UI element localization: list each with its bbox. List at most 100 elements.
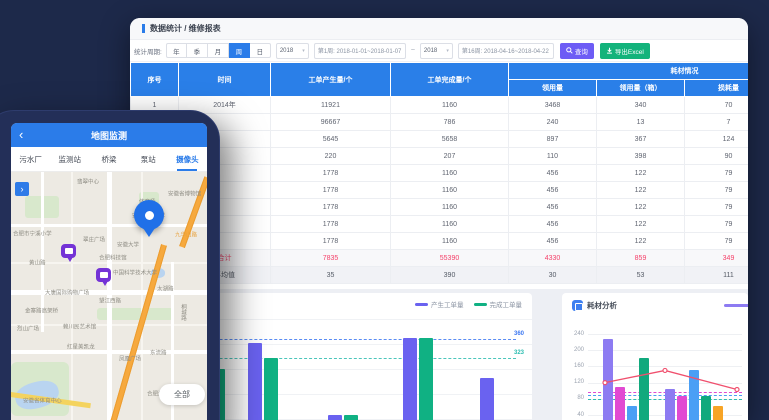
export-excel-button[interactable]: 导出Excel [600, 43, 650, 59]
phone-tab-污水厂[interactable]: 污水厂 [11, 147, 50, 171]
table-row: 7177811604561227967 [131, 199, 749, 216]
table-row: 6177811604561227967 [131, 182, 749, 199]
chart-title: 耗材分析 [572, 300, 617, 311]
caret-down-icon: ▾ [446, 48, 449, 54]
table-row: 5177811604561227967 [131, 165, 749, 182]
phone-tab-监测站[interactable]: 监测站 [50, 147, 89, 171]
table-cell: 390 [391, 267, 509, 284]
phone-app-title: 地图监测 [91, 129, 127, 142]
map-label: 红星美凯龙 [67, 342, 95, 350]
phone-tab-桥梁[interactable]: 桥梁 [89, 147, 128, 171]
query-button-label: 查询 [575, 46, 588, 56]
bar-完成工单量 [344, 415, 358, 420]
phone-tab-泵站[interactable]: 泵站 [129, 147, 168, 171]
table-cell: 859 [597, 250, 685, 267]
year-to-select[interactable]: 2018 ▾ [420, 43, 453, 59]
table-cell: 90 [685, 148, 749, 165]
bar-完成工单量 [264, 358, 278, 420]
table-cell: 122 [597, 233, 685, 250]
map-label: 桐城路 [179, 304, 187, 321]
map-road [11, 350, 207, 354]
table-cell: 398 [597, 148, 685, 165]
header-row-1: 序号时间工单产生量/个工单完成量/个耗材情况 [131, 63, 749, 80]
map-label: 赖川民艺术馆 [63, 322, 96, 330]
table-cell: 122 [597, 216, 685, 233]
bar-产生工单量 [328, 415, 342, 420]
period-option-年[interactable]: 年 [166, 43, 187, 58]
table-cell: 1778 [271, 199, 391, 216]
map-label: 合肥科技馆 [99, 253, 127, 261]
sub-column-header: 领用量 [509, 80, 597, 97]
breadcrumb-bar: 数据统计 / 维修报表 [130, 18, 748, 40]
year-from-value: 2018 [280, 48, 293, 54]
table-cell: 1160 [391, 233, 509, 250]
period-option-日[interactable]: 日 [250, 43, 271, 58]
query-button[interactable]: 查询 [560, 43, 594, 59]
search-icon [566, 47, 573, 54]
period-option-周[interactable]: 周 [229, 43, 250, 58]
table-cell: 53 [597, 267, 685, 284]
map-label: 凤凰广场 [119, 354, 141, 362]
map-label: 九华山路 [175, 230, 197, 238]
y-axis-tick: 200 [562, 347, 584, 353]
table-cell: 3468 [509, 97, 597, 114]
sub-column-header: 领用量（箱） [597, 80, 685, 97]
expand-panel-button[interactable]: › [15, 182, 29, 196]
table-cell: 11921 [271, 97, 391, 114]
table-cell: 1160 [391, 182, 509, 199]
table-cell: 13 [597, 114, 685, 131]
table-cell: 70 [685, 97, 749, 114]
all-filter-button[interactable]: 全部 [159, 384, 205, 405]
map-label: 翠庄广场 [83, 235, 105, 243]
table-cell: 35 [271, 267, 391, 284]
table-cell: 456 [509, 233, 597, 250]
table-cell: 1778 [271, 216, 391, 233]
table-row: 296667786240137690 [131, 114, 749, 131]
legend-label: 完成工单量 [490, 299, 523, 309]
map-label: 安徽大学 [117, 240, 139, 248]
y-axis-tick: 240 [562, 331, 584, 337]
table-cell: 111 [685, 267, 749, 284]
column-header: 工单产生量/个 [271, 63, 391, 97]
period-segmented-control: 年季月周日 [166, 43, 271, 58]
period-option-月[interactable]: 月 [208, 43, 229, 58]
y-axis-tick: 120 [562, 379, 584, 385]
table-cell: 1160 [391, 97, 509, 114]
legend-label: 产生工单量 [431, 299, 464, 309]
map-label: 中国科学技术大学 [113, 268, 157, 276]
table-cell: 124 [685, 131, 749, 148]
table-cell: 220 [271, 148, 391, 165]
back-icon[interactable]: ‹ [19, 124, 23, 146]
filter-bar: 统计周期: 年季月周日 2018 ▾ 第1周: 2018-01-01~2018-… [130, 40, 748, 62]
period-option-季[interactable]: 季 [187, 43, 208, 58]
bar-产生工单量 [403, 338, 417, 420]
week-from-field[interactable]: 第1周: 2018-01-01~2018-01-07 [314, 43, 406, 59]
table-cell: 122 [597, 182, 685, 199]
map-view[interactable]: 翡翠中心合肥市宁溪小学体育场安徽农业大学安徽省博物馆翠庄广场安徽大学合肥科技馆黄… [11, 172, 207, 420]
map-label: 安徽省博物馆 [168, 189, 201, 197]
camera-marker[interactable] [96, 268, 111, 282]
range-separator: ~ [411, 47, 415, 54]
group-header: 耗材情况 [509, 63, 749, 80]
table-cell: 122 [597, 199, 685, 216]
table-cell: 456 [509, 216, 597, 233]
average-row: 平均值35390305311114 [131, 267, 749, 284]
sub-column-header: 损耗量 [685, 80, 749, 97]
table-cell: 5645 [271, 131, 391, 148]
week-to-field[interactable]: 第16周: 2018-04-16~2018-04-22 [458, 43, 554, 59]
map-label: 望江西路 [99, 296, 121, 304]
report-table-wrap: 序号时间工单产生量/个工单完成量/个耗材情况领用量领用量（箱）损耗量金额1201… [130, 62, 748, 284]
consumables-plot-body: 2402001601208040 [562, 315, 748, 420]
legend-item: 产生工单量 [415, 299, 464, 309]
table-row: 8177811604561227967 [131, 216, 749, 233]
year-from-select[interactable]: 2018 ▾ [276, 43, 309, 59]
table-cell: 240 [509, 114, 597, 131]
selected-location-pin[interactable] [134, 200, 164, 230]
phone-tab-摄像头[interactable]: 摄像头 [168, 147, 207, 171]
table-cell: 30 [509, 267, 597, 284]
table-cell: 55390 [391, 250, 509, 267]
y-axis-tick: 80 [562, 395, 584, 401]
dashboard-window: 数据统计 / 维修报表 统计周期: 年季月周日 2018 ▾ 第1周: 2018… [130, 18, 748, 420]
camera-marker[interactable] [61, 244, 76, 258]
map-label: 大唐国际购物广场 [45, 288, 89, 296]
